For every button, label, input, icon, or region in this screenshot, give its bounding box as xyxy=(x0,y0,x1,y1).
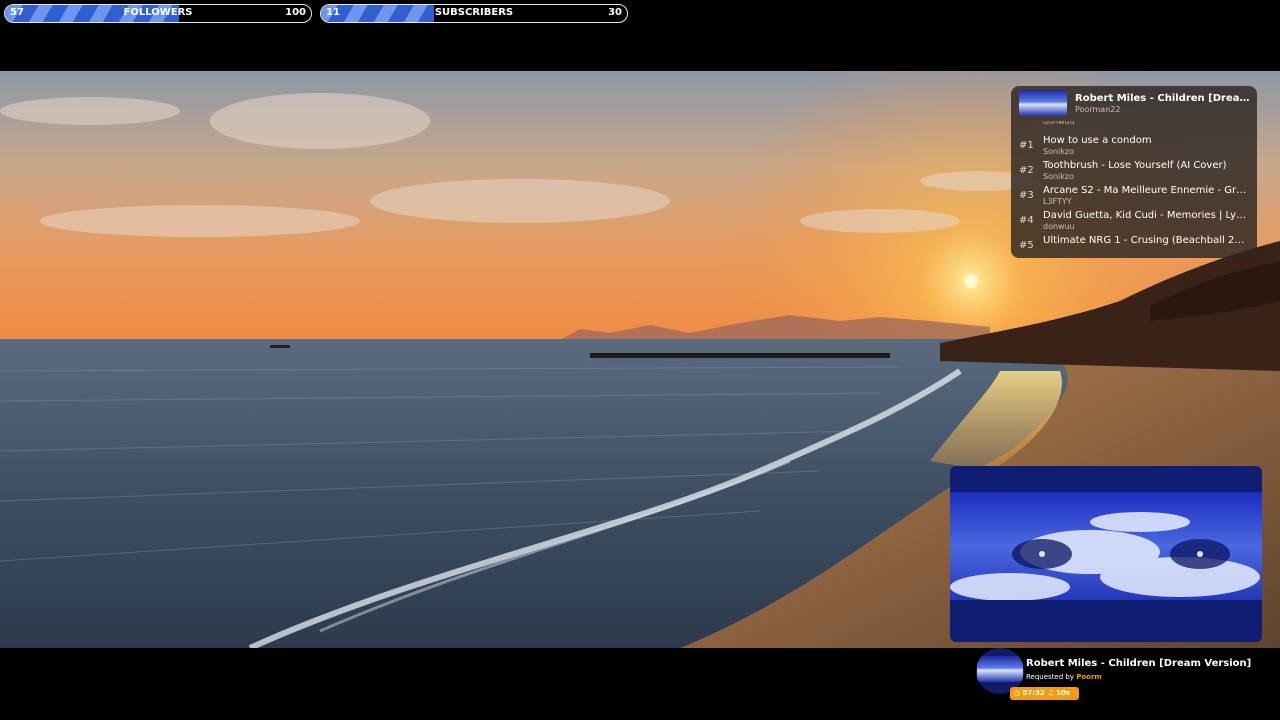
clock-icon: ◷ xyxy=(1014,689,1021,697)
duration: 10s xyxy=(1056,689,1070,697)
stream-overlay: 57 FOLLOWERS 100 11 SUBSCRIBERS 30 Rober… xyxy=(0,0,1280,720)
queue-item-title: How to use a condom xyxy=(1043,135,1152,146)
queue-item: #4 David Guetta, Kid Cudi - Memories | L… xyxy=(1011,207,1257,232)
now-playing-title: Robert Miles - Children [Dream Version] xyxy=(1026,658,1252,669)
queue-item: #2 Toothbrush - Lose Yourself (AI Cover)… xyxy=(1011,157,1257,182)
queue-item-requester: Sonikzo xyxy=(1043,147,1074,156)
queue-item: #3 Arcane S2 - Ma Meilleure Ennemie - Gr… xyxy=(1011,182,1257,207)
queue-item-number: #2 xyxy=(1019,165,1034,176)
now-playing-requested-by: Requested by Poorm xyxy=(1026,673,1102,681)
queue-item-title: David Guetta, Kid Cudi - Memories | Lyri… xyxy=(1043,210,1249,221)
requested-by-label: Requested by xyxy=(1026,673,1074,681)
queue-item-requester: L3FTYY xyxy=(1043,197,1072,206)
queue-item: #5 Ultimate NRG 1 - Crusing (Beachball 2… xyxy=(1011,232,1257,257)
followers-label: FOLLOWERS xyxy=(123,7,193,18)
queue-item-title: Toothbrush - Lose Yourself (AI Cover) xyxy=(1043,160,1227,171)
music-note-icon: ♫ xyxy=(1047,689,1054,697)
queue-scrolling-requester: donwuu xyxy=(1043,121,1075,126)
followers-goal-bar: 57 FOLLOWERS 100 xyxy=(4,4,312,23)
subscribers-target: 30 xyxy=(608,7,622,18)
queue-item-number: #1 xyxy=(1019,140,1034,151)
video-player[interactable] xyxy=(950,466,1262,642)
subscribers-goal-bar: 11 SUBSCRIBERS 30 xyxy=(320,4,628,23)
followers-target: 100 xyxy=(285,7,306,18)
queue-now-playing-title: Robert Miles - Children [Dream Version] xyxy=(1075,93,1250,104)
queue-item-number: #4 xyxy=(1019,215,1034,226)
queue-item: #1 How to use a condom Sonikzo xyxy=(1011,132,1257,157)
subscribers-label: SUBSCRIBERS xyxy=(434,7,514,18)
queue-item-title: Ultimate NRG 1 - Crusing (Beachball 2006… xyxy=(1043,235,1249,246)
play-time: 07:32 xyxy=(1022,689,1045,697)
now-playing-thumbnail xyxy=(1019,90,1067,116)
requester-name: Poorm xyxy=(1076,673,1102,681)
queue-now-playing-requester: Poorman22 xyxy=(1075,105,1121,114)
queue-item-title: Arcane S2 - Ma Meilleure Ennemie - Graga… xyxy=(1043,185,1249,196)
song-queue-panel: Robert Miles - Children [Dream Version] … xyxy=(1011,86,1257,258)
queue-item-requester: donwuu xyxy=(1043,222,1075,231)
queue-item-number: #5 xyxy=(1019,240,1034,251)
album-art-thumbnail xyxy=(977,656,1023,682)
now-playing-stats-pill: ◷ 07:32 ♫ 10s xyxy=(1010,687,1079,700)
music-video-frame xyxy=(950,492,1262,600)
queue-item-requester: Sonikzo xyxy=(1043,172,1074,181)
queue-item-number: #3 xyxy=(1019,190,1034,201)
